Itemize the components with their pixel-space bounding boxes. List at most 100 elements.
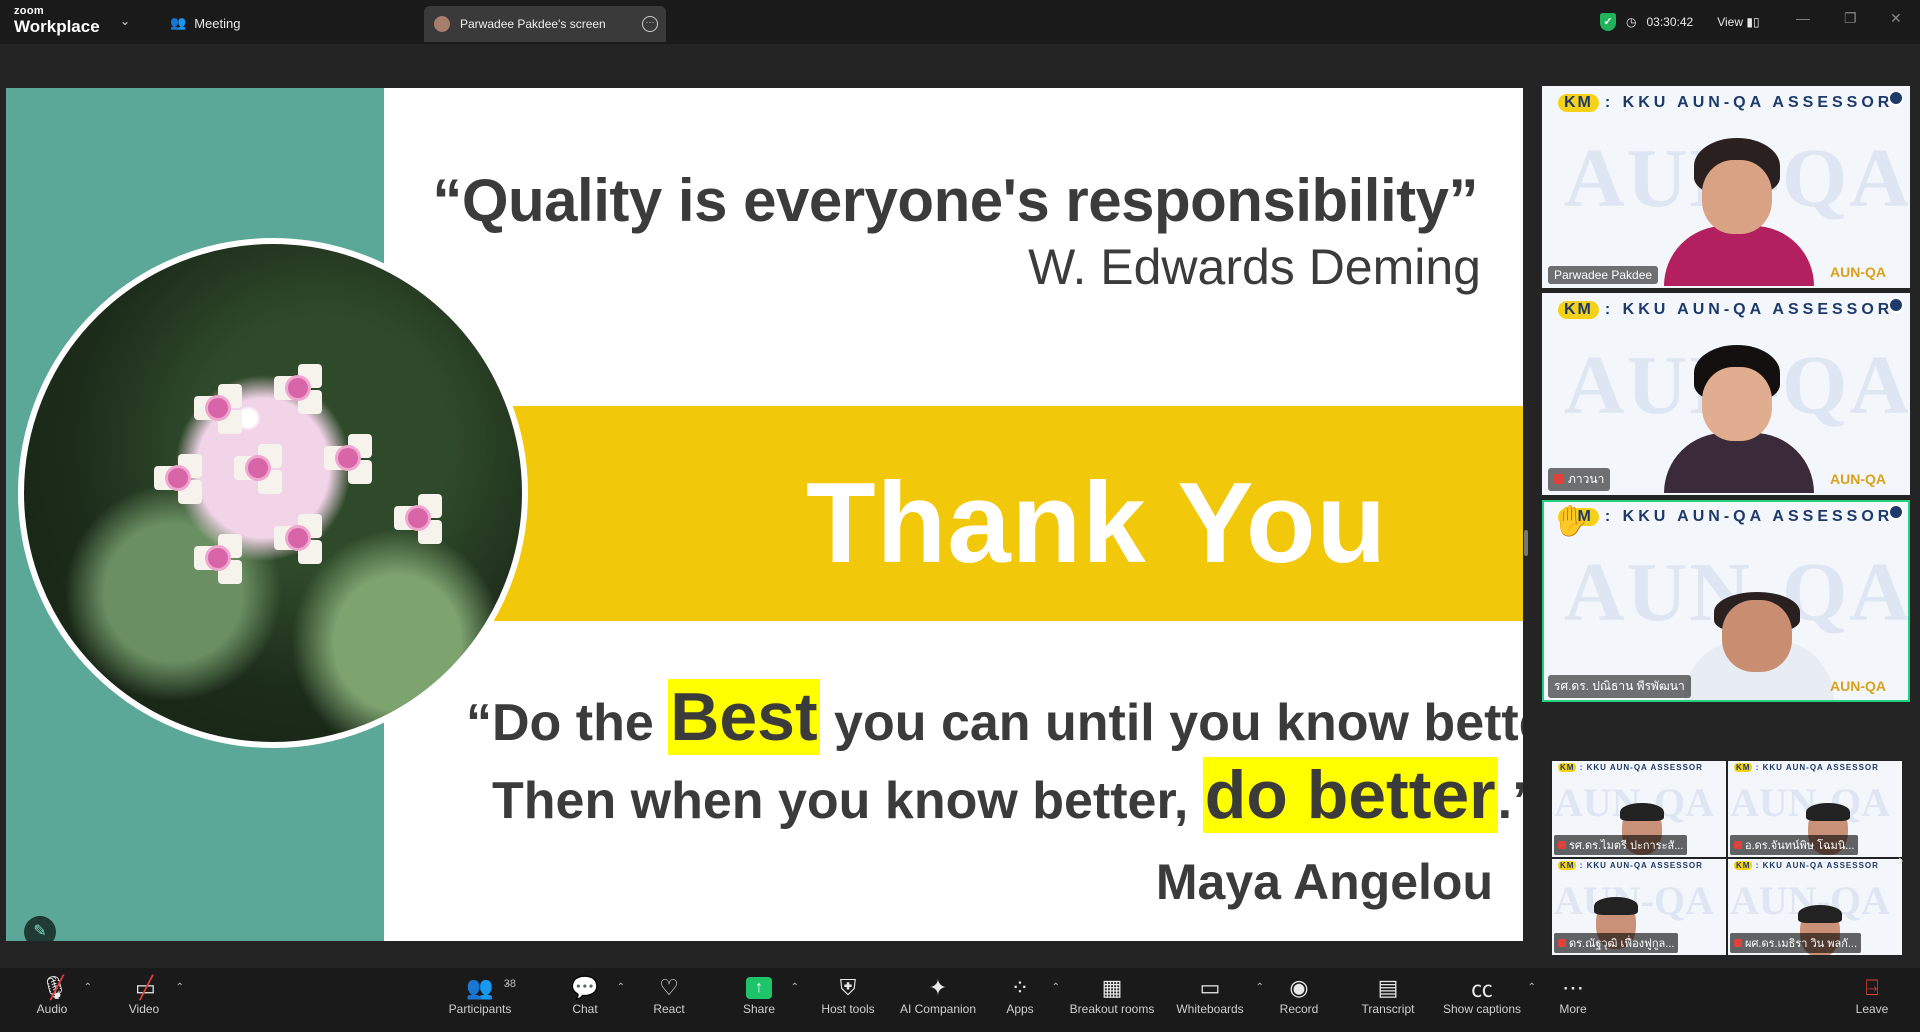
show-captions-button[interactable]: ㏄ Show captions ⌃ (1440, 974, 1536, 1026)
participant-name-text: ดร.ณัฐวุฒิ เฟื่องฟูกูล... (1569, 938, 1675, 950)
minimize-icon[interactable]: — (1796, 10, 1810, 26)
react-label: React (653, 1002, 685, 1016)
participant-name-text: ผศ.ดร.เมธิรา วิน พลกั... (1745, 938, 1858, 950)
slide-quote-2-line1: “Do the Best you can until you know bett… (466, 678, 1523, 756)
audio-button[interactable]: 🎙 ╱ Audio ⌃ (10, 974, 94, 1026)
tile-header: KM : KKU AUN-QA ASSESSOR (1558, 861, 1703, 870)
highlight-do-better: do better (1202, 757, 1498, 833)
leave-label: Leave (1855, 1002, 1889, 1016)
meeting-tab[interactable]: 👥 Meeting (170, 12, 240, 34)
km-badge: KM (1734, 861, 1753, 870)
tile-header-text: : KKU AUN-QA ASSESSOR (1579, 861, 1703, 870)
screen-share-tab[interactable]: Parwadee Pakdee's screen ··· (424, 6, 666, 42)
apps-label: Apps (1006, 1002, 1034, 1016)
tile-header-text: : KKU AUN-QA ASSESSOR (1755, 763, 1879, 772)
chevron-up-icon[interactable]: ⌃ (176, 982, 184, 993)
resize-handle[interactable] (1524, 530, 1528, 556)
chevron-up-icon[interactable]: ⌃ (1052, 982, 1060, 993)
zoom-logo[interactable]: zoom Workplace (14, 6, 134, 38)
share-button[interactable]: ↑ Share ⌃ (717, 974, 801, 1026)
mini-video-tile[interactable]: AUN-QA KM : KKU AUN-QA ASSESSOR ผศ.ดร.เม… (1727, 858, 1903, 956)
chevron-down-icon[interactable]: ⌄ (120, 14, 130, 28)
tile-header: KM: KKU AUN-QA ASSESSOR (1558, 508, 1893, 526)
breakout-grid-icon: ▦ (1101, 975, 1123, 1000)
aun-qa-tag: AUN-QA (1830, 678, 1886, 694)
chevron-up-icon[interactable]: ⌃ (617, 982, 625, 993)
chevron-right-icon[interactable]: › (1898, 852, 1903, 870)
pin-icon[interactable] (1888, 297, 1904, 313)
breakout-rooms-button[interactable]: ▦ Breakout rooms (1064, 974, 1160, 1026)
slide-quote-1: “Quality is everyone's responsibility” (432, 167, 1478, 234)
shield-check-icon[interactable]: ✓ (1600, 13, 1616, 31)
raised-hand-icon: ✋ (1552, 505, 1590, 538)
pin-icon[interactable] (1888, 90, 1904, 106)
quote-text: .” (1497, 772, 1523, 830)
video-tile[interactable]: AUN-QA KM: KKU AUN-QA ASSESSOR AUN-QA Pa… (1542, 86, 1910, 288)
annotate-pen-icon[interactable]: ✎ (24, 916, 56, 941)
apps-button[interactable]: ⁘ Apps ⌃ (978, 974, 1062, 1026)
km-badge: KM (1558, 301, 1599, 319)
ai-companion-button[interactable]: ✦ AI Companion (890, 974, 986, 1026)
meeting-status: ✓ ◷ 03:30:42 View ▮▯ (1600, 10, 1760, 34)
tile-header-text: : KKU AUN-QA ASSESSOR (1604, 508, 1894, 525)
record-button[interactable]: ◉ Record (1257, 974, 1341, 1026)
mini-video-tile[interactable]: AUN-QA KM : KKU AUN-QA ASSESSOR ดร.ณัฐวุ… (1551, 858, 1727, 956)
whiteboards-button[interactable]: ▭ Whiteboards ⌃ (1168, 974, 1264, 1026)
participant-name-text: รศ.ดร.ไมตรี ปะการะสั... (1569, 840, 1684, 852)
participant-name: รศ.ดร. ปณิธาน พีรพัฒนา (1548, 675, 1691, 698)
video-tile-active-speaker[interactable]: AUN-QA KM: KKU AUN-QA ASSESSOR ✋ AUN-QA … (1542, 500, 1910, 702)
flower-photo (18, 238, 528, 748)
mic-muted-icon (1554, 474, 1564, 484)
transcript-button[interactable]: ▤ Transcript (1346, 974, 1430, 1026)
share-label: Share (742, 1002, 776, 1016)
whiteboard-icon: ▭ (1199, 975, 1221, 1000)
mic-muted-icon (1558, 841, 1566, 849)
host-tools-button[interactable]: ⛨ Host tools (806, 974, 890, 1026)
mini-video-tile[interactable]: AUN-QA KM : KKU AUN-QA ASSESSOR รศ.ดร.ไม… (1551, 760, 1727, 858)
participant-video (1684, 552, 1834, 700)
slide-thank-you: Thank You (806, 460, 1388, 587)
view-button[interactable]: View ▮▯ (1717, 15, 1759, 29)
tile-header-text: : KKU AUN-QA ASSESSOR (1604, 94, 1894, 111)
tile-header: KM : KKU AUN-QA ASSESSOR (1734, 763, 1879, 772)
shared-screen[interactable]: “Quality is everyone's responsibility” W… (6, 88, 1523, 941)
participant-name: อ.ดร.จันทน์พิษ โฉมนิ... (1730, 835, 1859, 855)
mic-muted-icon (1734, 939, 1742, 947)
chevron-up-icon[interactable]: ⌃ (791, 982, 799, 993)
react-button[interactable]: ♡ React (627, 974, 711, 1026)
more-button[interactable]: ⋯ More (1531, 974, 1615, 1026)
more-options-icon[interactable]: ··· (642, 16, 658, 32)
tile-header: KM: KKU AUN-QA ASSESSOR (1558, 94, 1893, 112)
tile-header-text: : KKU AUN-QA ASSESSOR (1755, 861, 1879, 870)
mic-muted-icon (1558, 939, 1566, 947)
participants-caret[interactable]: ⌃ (490, 974, 520, 1026)
pin-icon[interactable] (1888, 504, 1904, 520)
tile-header-text: : KKU AUN-QA ASSESSOR (1579, 763, 1703, 772)
participant-name: รศ.ดร.ไมตรี ปะการะสั... (1554, 835, 1688, 855)
people-icon: 👥 (170, 15, 187, 30)
km-badge: KM (1558, 763, 1577, 772)
slide-quote-2-line2: Then when you know better, do better.” (492, 756, 1523, 834)
video-button[interactable]: ▭ ╱ Video ⌃ (102, 974, 186, 1026)
km-badge: KM (1558, 861, 1577, 870)
quote-text: you can until you know better. (819, 694, 1523, 752)
video-tile[interactable]: AUN-QA KM: KKU AUN-QA ASSESSOR AUN-QA ภา… (1542, 293, 1910, 495)
captions-label: Show captions (1442, 1002, 1522, 1016)
chat-button[interactable]: 💬 Chat ⌃ (543, 974, 627, 1026)
screen-tab-label: Parwadee Pakdee's screen (460, 17, 606, 31)
sparkle-icon: ✦ (928, 975, 948, 1000)
chevron-up-icon[interactable]: ⌃ (84, 982, 92, 993)
close-icon[interactable]: ✕ (1890, 10, 1902, 27)
chat-label: Chat (572, 1002, 598, 1016)
participant-name-text: ภาวนา (1568, 472, 1605, 486)
leave-button[interactable]: ⍈ Leave (1830, 974, 1914, 1026)
slide-author-2: Maya Angelou (1155, 854, 1493, 910)
host-shield-icon: ⛨ (839, 975, 857, 1000)
participant-mini-grid: AUN-QA KM : KKU AUN-QA ASSESSOR รศ.ดร.ไม… (1551, 760, 1903, 956)
restore-icon[interactable]: ❐ (1844, 10, 1857, 27)
clock-icon: ◷ (1626, 15, 1637, 29)
aun-qa-tag: AUN-QA (1830, 471, 1886, 487)
mini-video-tile[interactable]: AUN-QA KM : KKU AUN-QA ASSESSOR อ.ดร.จัน… (1727, 760, 1903, 858)
mic-muted-icon: 🎙 ╱ (40, 975, 69, 1000)
leave-icon: ⍈ (1865, 975, 1879, 1000)
